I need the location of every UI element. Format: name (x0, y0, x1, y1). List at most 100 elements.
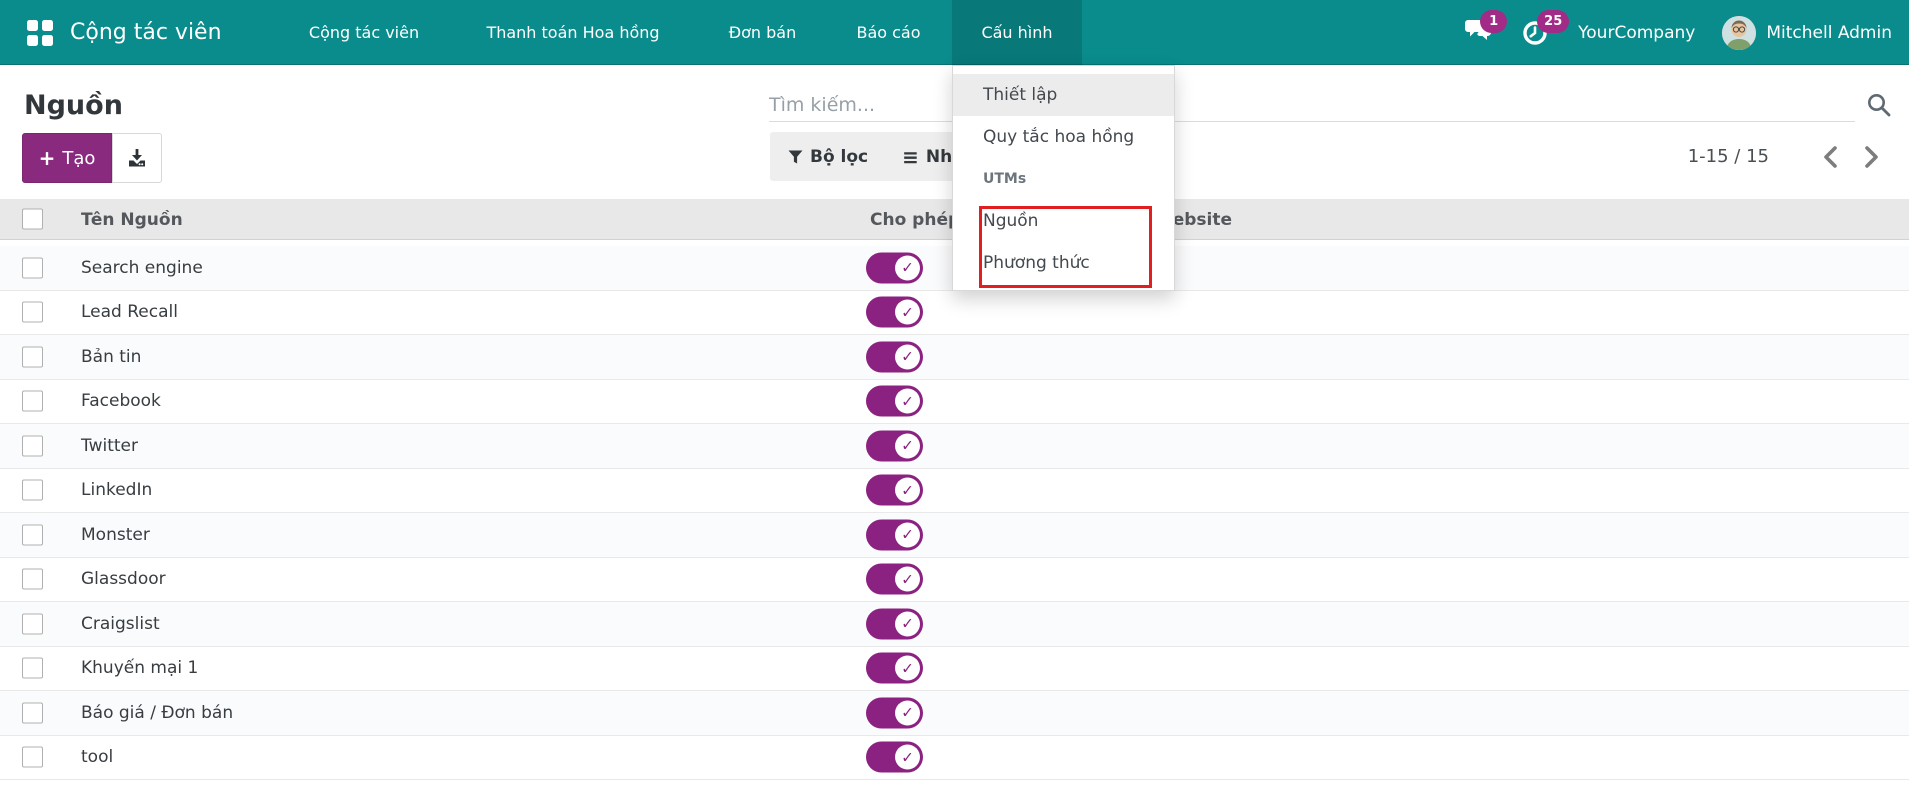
row-source-name: Monster (81, 525, 150, 545)
menu-item-utm-1[interactable]: Phương thức (953, 242, 1174, 284)
allowed-toggle-on[interactable]: ✓ (866, 297, 923, 328)
row-source-name: Bản tin (81, 347, 141, 367)
user-menu[interactable]: Mitchell Admin (1722, 16, 1892, 50)
chevron-left-icon (1822, 145, 1838, 169)
pager-next-button[interactable] (1859, 142, 1885, 172)
menu-item-commission-rules[interactable]: Quy tắc hoa hồng (953, 116, 1174, 158)
table-row[interactable]: Craigslist ✓ (0, 602, 1909, 647)
row-checkbox[interactable] (22, 524, 43, 545)
table-row[interactable]: Facebook ✓ (0, 380, 1909, 425)
row-checkbox[interactable] (22, 480, 43, 501)
allowed-toggle-on[interactable]: ✓ (866, 697, 923, 728)
table-row[interactable]: Bản tin ✓ (0, 335, 1909, 380)
row-checkbox[interactable] (22, 257, 43, 278)
user-avatar (1722, 16, 1756, 50)
row-checkbox[interactable] (22, 747, 43, 768)
page-title: Nguồn (24, 90, 123, 121)
check-icon: ✓ (895, 300, 920, 325)
pager: 1-15 / 15 (1688, 132, 1885, 181)
row-source-name: Báo giá / Đơn bán (81, 703, 233, 723)
row-source-name: Craigslist (81, 614, 160, 634)
row-checkbox[interactable] (22, 702, 43, 723)
allowed-toggle-on[interactable]: ✓ (866, 564, 923, 595)
check-icon: ✓ (895, 611, 920, 636)
download-icon (126, 147, 148, 169)
allowed-toggle-on[interactable]: ✓ (866, 653, 923, 684)
nav-item-1[interactable]: Thanh toán Hoa hồng (446, 0, 700, 65)
user-name: Mitchell Admin (1766, 23, 1892, 43)
row-checkbox[interactable] (22, 613, 43, 634)
messages-count-badge: 1 (1480, 10, 1507, 33)
row-source-name: Glassdoor (81, 569, 166, 589)
table-row[interactable]: Báo giá / Đơn bán ✓ (0, 691, 1909, 736)
chevron-right-icon (1864, 145, 1880, 169)
row-source-name: tool (81, 747, 113, 767)
search-button[interactable] (1866, 90, 1896, 120)
company-switcher[interactable]: YourCompany (1578, 23, 1695, 43)
nav-item-4[interactable]: Cấu hình (952, 0, 1082, 65)
column-header-allowed[interactable]: Cho phép (870, 199, 960, 240)
row-source-name: Khuyến mại 1 (81, 658, 198, 678)
table-row[interactable]: LinkedIn ✓ (0, 469, 1909, 514)
check-icon: ✓ (895, 745, 920, 770)
column-header-name[interactable]: Tên Nguồn (81, 199, 183, 240)
check-icon: ✓ (895, 567, 920, 592)
allowed-toggle-on[interactable]: ✓ (866, 519, 923, 550)
nav-item-2[interactable]: Đơn bán (700, 0, 825, 65)
pager-range: 1-15 / 15 (1688, 146, 1769, 167)
select-all-checkbox[interactable] (22, 209, 43, 230)
menu-item-utm-0[interactable]: Nguồn (953, 200, 1174, 242)
table-row[interactable]: tool ✓ (0, 736, 1909, 781)
table-row[interactable]: Monster ✓ (0, 513, 1909, 558)
table-row[interactable]: Twitter ✓ (0, 424, 1909, 469)
menu-section-utms: UTMs (953, 158, 1174, 200)
check-icon: ✓ (895, 344, 920, 369)
messages-button[interactable]: 1 (1464, 17, 1494, 49)
row-source-name: Search engine (81, 258, 203, 278)
row-checkbox[interactable] (22, 435, 43, 456)
row-source-name: Lead Recall (81, 302, 178, 322)
search-icon (1866, 92, 1892, 118)
activities-button[interactable]: 25 (1521, 17, 1551, 49)
row-checkbox[interactable] (22, 569, 43, 590)
group-by-icon: ≡ (902, 147, 919, 167)
check-icon: ✓ (895, 656, 920, 681)
menu-item-settings[interactable]: Thiết lập (953, 74, 1174, 116)
allowed-toggle-on[interactable]: ✓ (866, 430, 923, 461)
allowed-toggle-on[interactable]: ✓ (866, 386, 923, 417)
check-icon: ✓ (895, 522, 920, 547)
row-source-name: Facebook (81, 391, 161, 411)
top-navbar: Cộng tác viên Cộng tác viênThanh toán Ho… (0, 0, 1909, 65)
navbar-right-group: 1 25 YourCompany (1464, 0, 1892, 65)
row-checkbox[interactable] (22, 346, 43, 367)
table-row[interactable]: Lead Recall ✓ (0, 291, 1909, 336)
table-row[interactable]: Glassdoor ✓ (0, 558, 1909, 603)
allowed-toggle-on[interactable]: ✓ (866, 341, 923, 372)
check-icon: ✓ (895, 389, 920, 414)
nav-item-0[interactable]: Cộng tác viên (282, 0, 446, 65)
plus-icon: + (39, 148, 56, 168)
row-checkbox[interactable] (22, 658, 43, 679)
row-checkbox[interactable] (22, 391, 43, 412)
row-source-name: Twitter (81, 436, 138, 456)
filters-button[interactable]: Bộ lọc (788, 147, 868, 167)
pager-previous-button[interactable] (1817, 142, 1843, 172)
allowed-toggle-on[interactable]: ✓ (866, 475, 923, 506)
table-row[interactable]: Khuyến mại 1 ✓ (0, 647, 1909, 692)
app-window: Cộng tác viên Cộng tác viênThanh toán Ho… (0, 0, 1909, 788)
create-button[interactable]: + Tạo (22, 133, 112, 183)
allowed-toggle-on[interactable]: ✓ (866, 742, 923, 773)
app-brand-title[interactable]: Cộng tác viên (70, 0, 222, 65)
row-checkbox[interactable] (22, 302, 43, 323)
check-icon: ✓ (895, 478, 920, 503)
allowed-toggle-on[interactable]: ✓ (866, 252, 923, 283)
config-dropdown-menu: Thiết lập Quy tắc hoa hồng UTMs NguồnPhư… (952, 65, 1175, 291)
allowed-toggle-on[interactable]: ✓ (866, 608, 923, 639)
activities-count-badge: 25 (1537, 10, 1569, 33)
search-input[interactable] (769, 88, 1855, 122)
nav-item-3[interactable]: Báo cáo (825, 0, 952, 65)
check-icon: ✓ (895, 700, 920, 725)
apps-grid-icon[interactable] (27, 20, 53, 46)
export-button[interactable] (112, 133, 162, 183)
check-icon: ✓ (895, 433, 920, 458)
